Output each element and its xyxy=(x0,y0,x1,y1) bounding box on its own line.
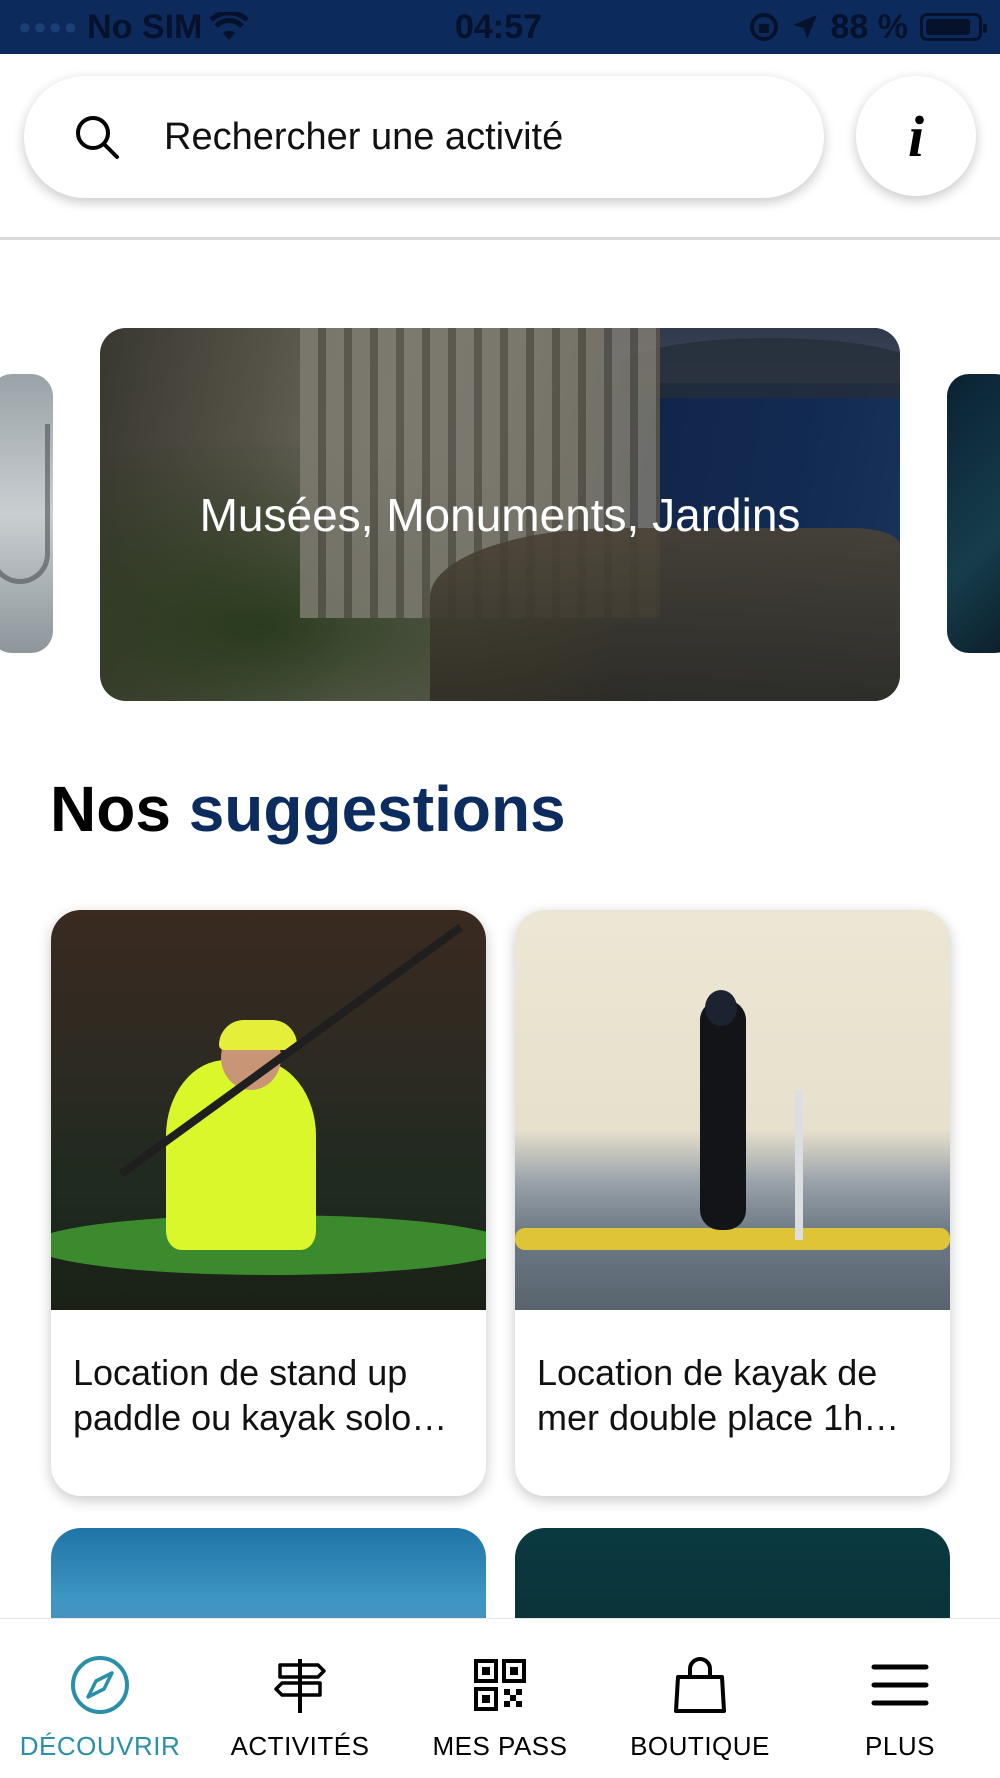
tab-mes-pass[interactable]: MES PASS xyxy=(400,1619,600,1762)
tab-label: BOUTIQUE xyxy=(630,1731,770,1761)
status-left: ●●●● No SIM xyxy=(18,7,249,47)
rider-head xyxy=(705,990,737,1026)
clock: 04:57 xyxy=(454,7,542,46)
status-bar: ●●●● No SIM 04:57 88 % xyxy=(0,0,1000,54)
suggestion-image-kayak xyxy=(51,910,486,1310)
carousel-prev-card[interactable] xyxy=(0,374,53,653)
suggestion-card[interactable]: Location de stand up paddle ou kayak sol… xyxy=(51,910,486,1496)
section-title: Nos suggestions xyxy=(50,772,566,846)
search-input[interactable] xyxy=(164,115,764,159)
rotation-lock-icon xyxy=(749,13,778,41)
carousel-card-title: Musées, Monuments, Jardins xyxy=(199,488,801,541)
carousel-card-museums[interactable]: Musées, Monuments, Jardins xyxy=(100,328,900,701)
rider-shape xyxy=(700,1000,746,1230)
tab-label: MES PASS xyxy=(432,1731,568,1761)
status-right: 88 % xyxy=(749,7,987,47)
qr-code-icon xyxy=(474,1659,526,1711)
tab-label: ACTIVITÉS xyxy=(230,1731,370,1761)
compass-icon xyxy=(71,1656,129,1714)
header-divider xyxy=(0,237,1000,240)
wifi-icon xyxy=(210,12,249,40)
section-title-prefix: Nos xyxy=(50,773,171,845)
suggestion-title: Location de stand up paddle ou kayak sol… xyxy=(73,1352,448,1438)
battery-percent: 88 % xyxy=(830,7,909,46)
location-arrow-icon xyxy=(792,15,817,39)
carrier-label: No SIM xyxy=(87,7,203,46)
tab-decouvrir[interactable]: DÉCOUVRIR xyxy=(0,1619,200,1762)
section-title-accent: suggestions xyxy=(188,773,566,845)
tab-label: PLUS xyxy=(865,1731,935,1761)
signal-dots-icon: ●●●● xyxy=(18,14,80,39)
arch-image xyxy=(0,424,50,584)
search-bar[interactable] xyxy=(24,76,824,198)
suggestion-title: Location de kayak de mer double place 1h… xyxy=(537,1352,900,1438)
tab-plus[interactable]: PLUS xyxy=(800,1619,1000,1762)
battery-level xyxy=(926,19,970,35)
suggestion-card[interactable]: Location de kayak de mer double place 1h… xyxy=(515,910,950,1496)
shopping-bag-icon xyxy=(674,1657,726,1713)
board-shape xyxy=(515,1228,950,1250)
info-icon: i xyxy=(907,103,925,169)
tab-label: DÉCOUVRIR xyxy=(19,1731,181,1761)
tab-boutique[interactable]: BOUTIQUE xyxy=(600,1619,800,1762)
signpost-icon xyxy=(274,1659,326,1713)
pole-shape xyxy=(795,1090,803,1240)
tab-bar: DÉCOUVRIR ACTIVITÉS MES PASS BOUTIQUE PL… xyxy=(0,1618,1000,1778)
search-icon xyxy=(76,116,119,159)
battery-icon xyxy=(920,13,987,41)
tab-activites[interactable]: ACTIVITÉS xyxy=(200,1619,400,1762)
carousel-next-card[interactable] xyxy=(947,374,1000,653)
paddler-cap xyxy=(219,1020,297,1050)
suggestion-image-standup xyxy=(515,910,950,1310)
menu-icon xyxy=(871,1664,929,1706)
info-button[interactable]: i xyxy=(856,76,976,196)
